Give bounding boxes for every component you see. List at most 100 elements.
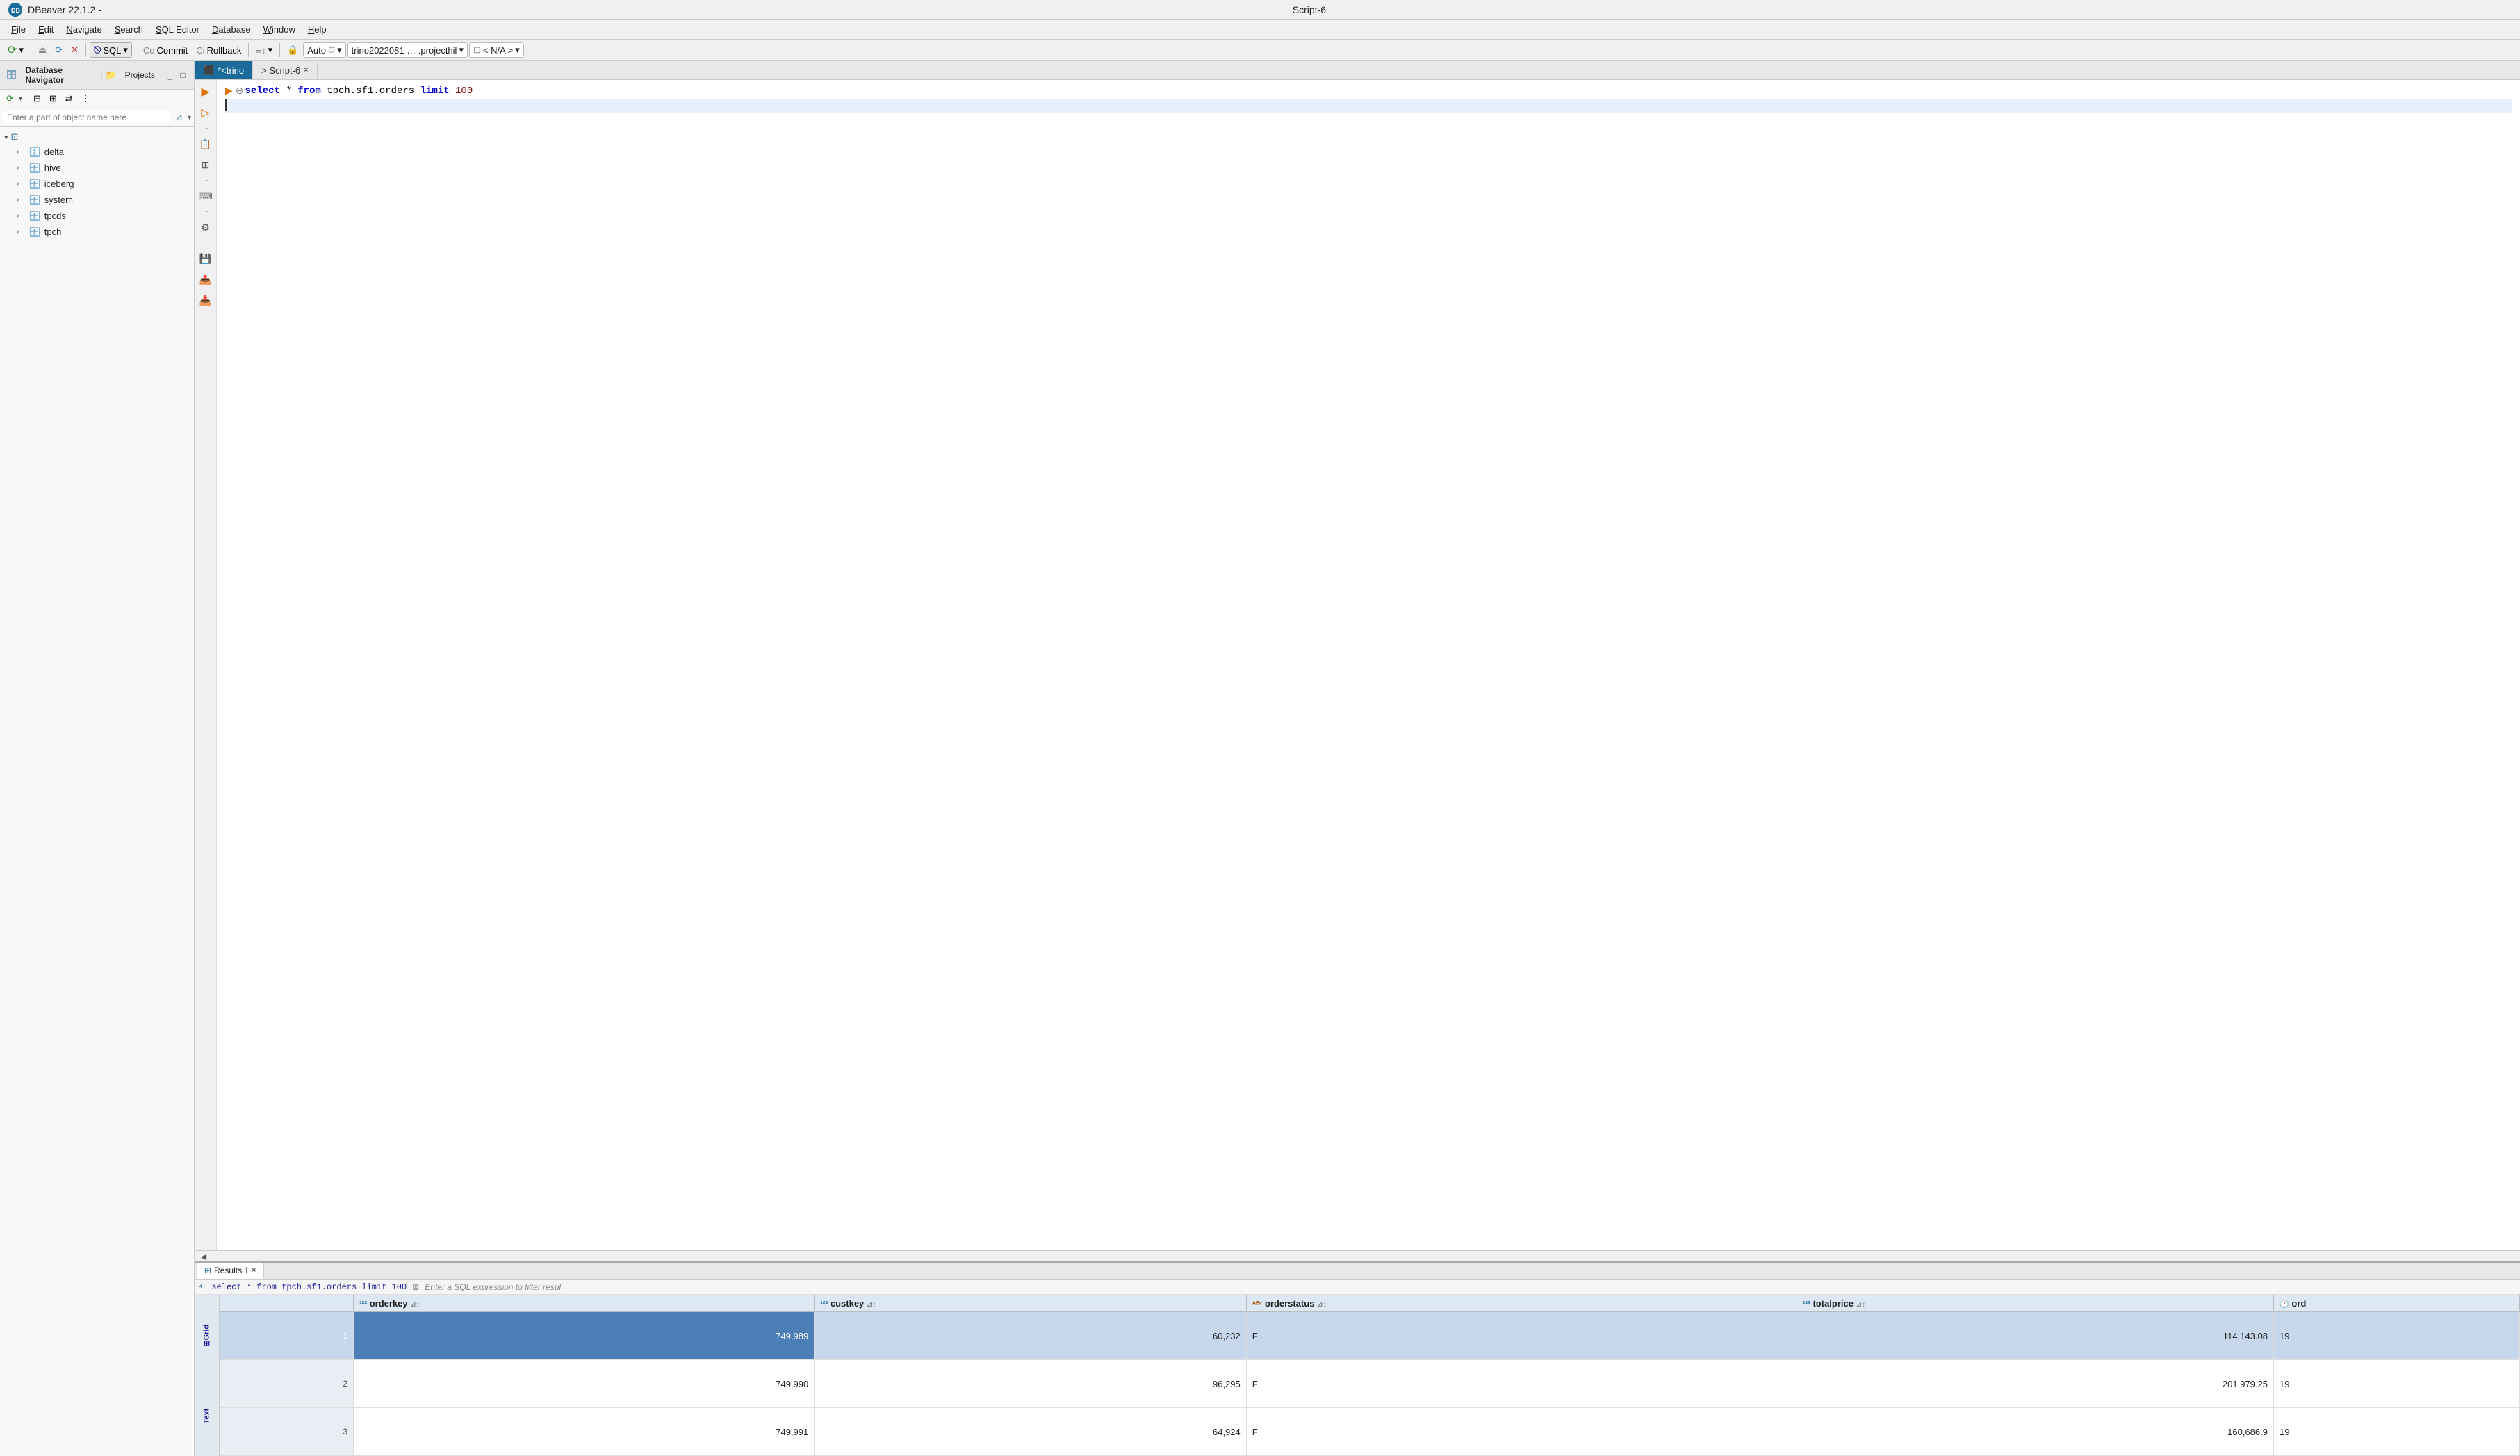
run-script-btn[interactable]: ▶ — [197, 83, 215, 101]
cell-totalprice-2: 201,979.25 — [1797, 1360, 2273, 1408]
db-icon-tpcds: 🗄 — [28, 210, 41, 222]
tree-item-system[interactable]: › 🗄 system — [17, 192, 194, 208]
db-icon-tpch: 🗄 — [28, 226, 41, 238]
tree-item-tpcds[interactable]: › 🗄 tpcds — [17, 208, 194, 224]
search-input[interactable] — [3, 111, 170, 124]
th-custkey-label: custkey — [831, 1298, 864, 1309]
stop-button[interactable]: ✕ — [67, 43, 82, 57]
th-orderstatus[interactable]: ᴬᴮᶜ orderstatus ⊿↕ — [1246, 1295, 1797, 1312]
filter-icon: ⁴ᵀ — [199, 1282, 206, 1292]
sql-editor[interactable]: ▶ ⊖ select * from tpch.sf1.orders limit … — [217, 80, 2520, 1250]
table-row[interactable]: 3 749,991 64,924 F 160,686.9 19 — [220, 1408, 2520, 1456]
menu-edit[interactable]: Edit — [33, 22, 59, 37]
cell-orderkey-3: 749,991 — [354, 1408, 815, 1456]
rollback-button[interactable]: Ci Rollback — [193, 44, 245, 57]
db-icon-iceberg: 🗄 — [28, 178, 41, 190]
keyword-limit: limit — [420, 85, 450, 97]
th-orderkey-filter[interactable]: ⊿↕ — [410, 1301, 419, 1309]
reconnect-icon: ⟳ — [55, 44, 63, 56]
run-arrow: ▶ — [225, 85, 233, 97]
results-tab-1[interactable]: ⊞ Results 1 × — [197, 1263, 264, 1279]
tab-script-label: > Script-6 — [261, 65, 300, 76]
results-query: select * from tpch.sf1.orders limit 100 — [211, 1282, 407, 1292]
tree-item-hive[interactable]: › 🗄 hive — [17, 160, 194, 176]
maximize-btn[interactable]: □ — [177, 69, 188, 81]
run-statement-btn[interactable]: ▷ — [197, 104, 215, 122]
sql-button[interactable]: ⎋ SQL ▾ — [90, 42, 132, 58]
tree-item-delta[interactable]: › 🗄 delta — [17, 144, 194, 160]
grid-text: Grid — [203, 1325, 211, 1341]
th-totalprice-filter[interactable]: ⊿↕ — [1856, 1301, 1865, 1309]
scroll-left-btn[interactable]: ◄ — [195, 1251, 213, 1262]
format-button[interactable]: ≡↕ ▾ — [252, 43, 276, 57]
results-tab-close[interactable]: × — [252, 1266, 256, 1275]
menu-window[interactable]: Window — [258, 22, 301, 37]
disconnect-button[interactable]: ⏏ — [35, 43, 50, 57]
th-totalprice[interactable]: ¹²³ totalprice ⊿↕ — [1797, 1295, 2273, 1312]
th-orderdate[interactable]: 🕐 ord — [2273, 1295, 2519, 1312]
db-icon-delta: 🗄 — [28, 146, 41, 158]
tab-script-6[interactable]: > Script-6 × — [253, 62, 317, 79]
th-custkey-filter[interactable]: ⊿↕ — [867, 1301, 876, 1309]
auto-dropdown[interactable]: Auto ⏱ ▾ — [303, 42, 345, 58]
tree-item-tpch[interactable]: › 🗄 tpch — [17, 224, 194, 240]
export-btn[interactable]: 📤 — [197, 270, 215, 288]
main-layout: 🗄 Database Navigator | 📁 Projects _ □ ⟳ … — [0, 61, 2520, 1456]
connection-dropdown[interactable]: trino2022081 … .projecthil ▾ — [347, 42, 468, 58]
tab-trino[interactable]: ⬛ *<trino — [195, 61, 253, 79]
commit-icon: Co — [143, 45, 155, 56]
reconnect-button[interactable]: ⟳ — [51, 43, 66, 57]
menu-search[interactable]: Search — [109, 22, 149, 37]
search-controls: ⊿ ▾ — [0, 108, 194, 127]
sql-limit-num: 100 — [450, 85, 473, 97]
grid-btn[interactable]: ⊞ — [197, 156, 215, 174]
schema-dropdown-arrow: ▾ — [515, 44, 520, 56]
minimize-btn[interactable]: _ — [165, 69, 176, 81]
panel-tabs: 🗄 Database Navigator | 📁 Projects — [6, 64, 161, 86]
settings-btn[interactable]: ⚙ — [197, 218, 215, 236]
nav-expand-btn[interactable]: ⊞ — [46, 92, 60, 106]
terminal-btn[interactable]: ⌨ — [197, 187, 215, 205]
schema-dropdown[interactable]: ⊡ < N/A > ▾ — [469, 42, 524, 58]
nav-collapse-btn[interactable]: ⊟ — [30, 92, 44, 106]
th-orderkey[interactable]: ¹²³ orderkey ⊿↕ — [354, 1295, 815, 1312]
th-orderstatus-filter[interactable]: ⊿↕ — [1317, 1301, 1326, 1309]
filter-btn[interactable]: ⊿ — [172, 111, 186, 124]
results-tab-icon: ⊞ — [204, 1266, 211, 1275]
rollback-icon: Ci — [196, 45, 204, 56]
tree-item-iceberg[interactable]: › 🗄 iceberg — [17, 176, 194, 192]
commit-button[interactable]: Co Commit — [140, 44, 191, 57]
th-custkey[interactable]: ¹²³ custkey ⊿↕ — [815, 1295, 1247, 1312]
keyword-select: select — [245, 85, 280, 97]
menu-file[interactable]: File — [6, 22, 31, 37]
table-row[interactable]: 1 749,989 60,232 F 114,143.08 19 — [220, 1312, 2520, 1360]
sql-table: tpch.sf1.orders — [321, 85, 420, 97]
lock-button[interactable]: 🔒 — [284, 43, 302, 57]
tab-close-btn[interactable]: × — [304, 66, 308, 74]
scroll-area: ◄ — [195, 1250, 2520, 1261]
tab-db-navigator[interactable]: Database Navigator — [20, 64, 98, 86]
nav-more-btn[interactable]: ⋮ — [78, 92, 94, 106]
menu-navigate[interactable]: Navigate — [60, 22, 107, 37]
explain-btn[interactable]: 📋 — [197, 135, 215, 153]
app-title: DBeaver 22.1.2 - — [28, 4, 101, 15]
menu-sql-editor[interactable]: SQL Editor — [150, 22, 205, 37]
nav-link-btn[interactable]: ⇄ — [62, 92, 76, 106]
menu-database[interactable]: Database — [206, 22, 256, 37]
grid-label[interactable]: ⊞ Grid — [195, 1295, 219, 1376]
schema-icon: ⊡ — [473, 44, 481, 56]
tree-item-label-tpcds: tpcds — [44, 211, 66, 221]
nav-refresh-btn[interactable]: ⟳ — [3, 92, 17, 106]
save-btn[interactable]: 💾 — [197, 250, 215, 268]
text-label[interactable]: Text — [195, 1376, 219, 1456]
root-collapse-icon[interactable]: ▾ — [4, 133, 8, 142]
tab-projects[interactable]: Projects — [120, 69, 161, 81]
import-btn[interactable]: 📥 — [197, 291, 215, 309]
menu-help[interactable]: Help — [302, 22, 332, 37]
th-orderkey-typeicon: ¹²³ — [359, 1300, 367, 1309]
connect-button[interactable]: ⟳ ▾ — [4, 42, 27, 58]
table-row[interactable]: 2 749,990 96,295 F 201,979.25 19 — [220, 1360, 2520, 1408]
chevron-tpch: › — [17, 228, 25, 236]
auto-label: Auto — [307, 45, 326, 56]
row-num-2: 2 — [220, 1360, 354, 1408]
